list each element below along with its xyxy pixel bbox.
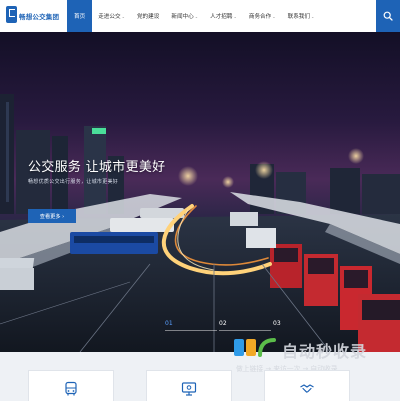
logo-text: 畅想公交集团	[19, 13, 60, 21]
bus-depot-night-photo	[0, 94, 400, 352]
nav-item-party[interactable]: 党的建设	[131, 0, 165, 32]
hero-headline: 公交服务 让城市更美好	[28, 160, 166, 175]
search-icon	[383, 11, 393, 21]
chevron-down-icon: ⌄	[121, 13, 125, 19]
slide-indicator[interactable]: 01	[165, 320, 173, 327]
service-card-monitor[interactable]	[146, 370, 232, 401]
nav-item-home[interactable]: 首页	[67, 0, 93, 32]
logo[interactable]: 畅想公交集团	[6, 6, 60, 26]
hero-banner: 公交服务 让城市更美好 畅想优质公交出行服务，让城市更美好 查看更多 › 01 …	[0, 32, 400, 352]
nav-item-label: 联系我们	[287, 14, 310, 20]
chevron-down-icon: ⌄	[272, 13, 276, 19]
nav-item-label: 党的建设	[136, 14, 160, 20]
chevron-down-icon: ⌄	[310, 13, 315, 19]
chevron-down-icon: ⌄	[233, 13, 237, 19]
view-more-button[interactable]: 查看更多 ›	[28, 209, 76, 223]
nav-item-label: 走进公交	[98, 14, 121, 20]
nav-item-label: 人才招聘	[210, 14, 233, 20]
nav-item-label: 新闻中心	[171, 14, 194, 20]
chevron-down-icon: ⌄	[194, 13, 199, 19]
slide-indicator[interactable]: 02	[219, 320, 227, 327]
slide-progress-line	[219, 330, 271, 331]
nav-item-label: 首页	[74, 14, 86, 20]
slide-indicator[interactable]: 03	[273, 320, 281, 327]
nav-item-business[interactable]: 商务合作 ⌄	[243, 0, 282, 32]
handshake-icon	[300, 384, 314, 393]
service-card-bus[interactable]	[28, 370, 114, 401]
slide-progress-line	[165, 330, 217, 331]
nav-item-label: 商务合作	[248, 14, 272, 20]
service-cards	[0, 352, 400, 401]
nav-item-careers[interactable]: 人才招聘 ⌄	[204, 0, 243, 32]
hero-subtitle: 畅想优质公交出行服务，让城市更美好	[28, 179, 119, 185]
monitor-icon	[181, 382, 197, 396]
search-button[interactable]	[376, 0, 400, 32]
site-header: 畅想公交集团 首页 走进公交 ⌄ 党的建设 新闻中心 ⌄ 人才招聘 ⌄ 商务合作…	[0, 0, 400, 33]
nav-item-about[interactable]: 走进公交 ⌄	[92, 0, 131, 32]
main-nav: 首页 走进公交 ⌄ 党的建设 新闻中心 ⌄ 人才招聘 ⌄ 商务合作 ⌄ 联系我们…	[67, 0, 320, 32]
logo-icon	[6, 6, 17, 23]
nav-item-news[interactable]: 新闻中心 ⌄	[165, 0, 204, 32]
nav-item-contact[interactable]: 联系我们 ⌄	[282, 0, 321, 32]
service-card-cooperation[interactable]	[264, 370, 350, 401]
bus-icon	[65, 381, 77, 396]
